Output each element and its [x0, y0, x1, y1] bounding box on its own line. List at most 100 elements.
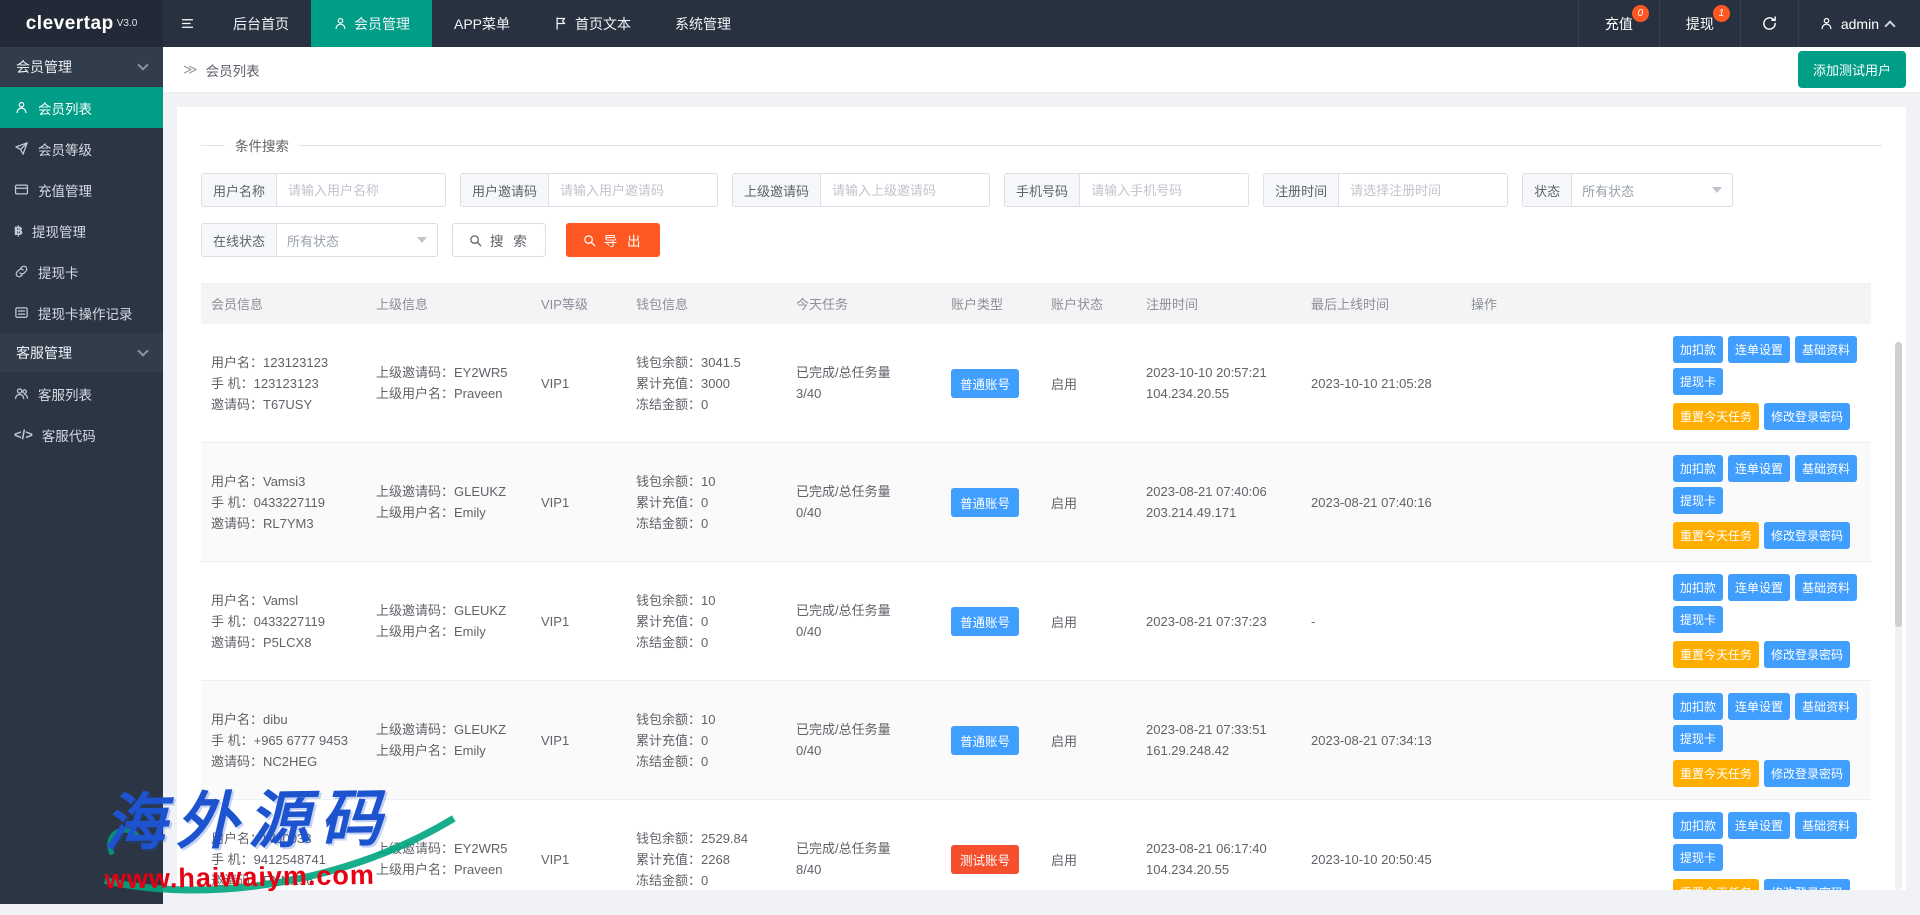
sidebar-item-member-list[interactable]: 会员列表 — [0, 87, 163, 128]
reset-today-task-button[interactable]: 重置今天任务 — [1673, 760, 1759, 787]
register-time-cell: 2023-08-21 07:33:51161.29.248.42 — [1136, 681, 1301, 800]
parent-invite-code-input[interactable] — [821, 174, 989, 206]
topnav-item-app-menu[interactable]: APP菜单 — [432, 0, 532, 47]
sidebar-item-withdraw-card-log[interactable]: 提现卡操作记录 — [0, 292, 163, 333]
sidebar-item-withdraw-mgmt[interactable]: ฿提现管理 — [0, 210, 163, 251]
filter-row-1: 用户名称 用户邀请码上级邀请码 手机号码注册时间 状态所有状态 — [201, 173, 1882, 207]
add-test-user-button[interactable]: 添加测试用户 — [1798, 51, 1906, 88]
reset-today-task-button[interactable]: 重置今天任务 — [1673, 641, 1759, 668]
breadcrumb-icon: ≫ — [183, 61, 198, 78]
change-login-password-button[interactable]: 修改登录密码 — [1764, 879, 1850, 890]
admin-menu[interactable]: admin — [1798, 0, 1920, 47]
vip-level-cell: VIP1 — [531, 800, 626, 891]
reset-today-task-button[interactable]: 重置今天任务 — [1673, 522, 1759, 549]
wallet-info-cell: 钱包余额：2529.84累计充值：2268冻结金额：0 — [626, 800, 786, 891]
reset-today-task-button[interactable]: 重置今天任务 — [1673, 403, 1759, 430]
change-login-password-button[interactable]: 修改登录密码 — [1764, 522, 1850, 549]
sidebar-item-member-level[interactable]: 会员等级 — [0, 128, 163, 169]
breadcrumb-bar: ≫ 会员列表 添加测试用户 — [163, 47, 1920, 93]
brand-name: clevertap — [26, 13, 114, 35]
wallet-info-cell: 钱包余额：3041.5累计充值：3000冻结金额：0 — [626, 324, 786, 443]
account-status-cell: 启用 — [1041, 562, 1136, 681]
online-status-select[interactable]: 所有状态 — [277, 224, 437, 256]
chevron-down-icon — [137, 345, 148, 356]
column-header: 账户类型 — [941, 283, 1041, 324]
filter-parent-invite-code-label: 上级邀请码 — [733, 174, 821, 206]
topnav-item-home-text[interactable]: 首页文本 — [532, 0, 653, 47]
filter-status-label: 状态 — [1523, 174, 1572, 206]
topnav-item-members[interactable]: 会员管理 — [311, 0, 432, 47]
add-deduct-button[interactable]: 加扣款 — [1673, 574, 1723, 601]
basic-info-button[interactable]: 基础资料 — [1795, 336, 1857, 363]
filter-username-label: 用户名称 — [202, 174, 277, 206]
topnav-item-home[interactable]: 后台首页 — [211, 0, 311, 47]
topnav-item-system[interactable]: 系统管理 — [653, 0, 753, 47]
change-login-password-button[interactable]: 修改登录密码 — [1764, 403, 1850, 430]
user-icon — [333, 16, 348, 31]
withdraw-card-button[interactable]: 提现卡 — [1673, 487, 1723, 514]
column-header: 账户状态 — [1041, 283, 1136, 324]
user-invite-code-input[interactable] — [549, 174, 717, 206]
combo-setting-button[interactable]: 连单设置 — [1728, 812, 1790, 839]
sidebar-item-recharge-mgmt[interactable]: 充值管理 — [0, 169, 163, 210]
account-type-badge: 普通账号 — [951, 607, 1019, 636]
search-fieldset: 条件搜索 用户名称用户邀请码上级邀请码手机号码注册时间状态所有状态 在线状态所有… — [201, 135, 1882, 277]
combo-setting-button[interactable]: 连单设置 — [1728, 574, 1790, 601]
hamburger-menu-icon[interactable] — [163, 0, 211, 47]
username-input[interactable] — [277, 174, 445, 206]
withdraw-card-button[interactable]: 提现卡 — [1673, 844, 1723, 871]
add-deduct-button[interactable]: 加扣款 — [1673, 455, 1723, 482]
withdraw-card-button[interactable]: 提现卡 — [1673, 368, 1723, 395]
account-type-badge: 普通账号 — [951, 488, 1019, 517]
sidebar-group-member-mgmt[interactable]: 会员管理 — [0, 47, 163, 87]
filter-reg-time-label: 注册时间 — [1264, 174, 1339, 206]
withdraw-badge: 1 — [1713, 5, 1730, 22]
column-header: 今天任务 — [786, 283, 941, 324]
vip-level-cell: VIP1 — [531, 681, 626, 800]
add-deduct-button[interactable]: 加扣款 — [1673, 812, 1723, 839]
basic-info-button[interactable]: 基础资料 — [1795, 812, 1857, 839]
withdraw-card-button[interactable]: 提现卡 — [1673, 606, 1723, 633]
search-button[interactable]: 搜 索 — [452, 223, 546, 257]
sidebar-item-service-code[interactable]: </>客服代码 — [0, 414, 163, 455]
reg-time-input[interactable] — [1339, 174, 1507, 206]
brand-logo[interactable]: clevertap V3.0 — [0, 0, 163, 47]
account-status-cell: 启用 — [1041, 443, 1136, 562]
filter-user-invite-code: 用户邀请码 — [460, 173, 718, 207]
last-online-cell: 2023-08-21 07:34:13 — [1301, 681, 1461, 800]
basic-info-button[interactable]: 基础资料 — [1795, 574, 1857, 601]
change-login-password-button[interactable]: 修改登录密码 — [1764, 760, 1850, 787]
basic-info-button[interactable]: 基础资料 — [1795, 693, 1857, 720]
filter-phone: 手机号码 — [1004, 173, 1249, 207]
add-deduct-button[interactable]: 加扣款 — [1673, 693, 1723, 720]
table-row: 用户名：123123123手 机：123123123邀请码：T67USY上级邀请… — [201, 324, 1871, 443]
main-content: ≫ 会员列表 添加测试用户 条件搜索 用户名称用户邀请码上级邀请码手机号码注册时… — [163, 47, 1920, 904]
combo-setting-button[interactable]: 连单设置 — [1728, 455, 1790, 482]
status-select[interactable]: 所有状态 — [1572, 174, 1732, 206]
sidebar-item-service-list[interactable]: 客服列表 — [0, 373, 163, 414]
register-time-cell: 2023-08-21 07:37:23 — [1136, 562, 1301, 681]
change-login-password-button[interactable]: 修改登录密码 — [1764, 641, 1850, 668]
combo-setting-button[interactable]: 连单设置 — [1728, 693, 1790, 720]
export-button[interactable]: 导 出 — [566, 223, 660, 257]
caret-down-icon — [417, 237, 427, 243]
wallet-info-cell: 钱包余额：10累计充值：0冻结金额：0 — [626, 562, 786, 681]
vip-level-cell: VIP1 — [531, 562, 626, 681]
sidebar-group-service-mgmt[interactable]: 客服管理 — [0, 333, 163, 373]
search-icon — [468, 233, 483, 248]
phone-input[interactable] — [1080, 174, 1248, 206]
refresh-icon[interactable] — [1740, 0, 1798, 47]
combo-setting-button[interactable]: 连单设置 — [1728, 336, 1790, 363]
sidebar-item-withdraw-card[interactable]: 提现卡 — [0, 251, 163, 292]
withdraw-link[interactable]: 提现 1 — [1659, 0, 1740, 47]
link-icon — [14, 264, 29, 279]
add-deduct-button[interactable]: 加扣款 — [1673, 336, 1723, 363]
withdraw-card-button[interactable]: 提现卡 — [1673, 725, 1723, 752]
reset-today-task-button[interactable]: 重置今天任务 — [1673, 879, 1759, 890]
basic-info-button[interactable]: 基础资料 — [1795, 455, 1857, 482]
today-task-cell: 已完成/总任务量0/40 — [786, 562, 941, 681]
parent-info-cell: 上级邀请码：GLEUKZ上级用户名：Emily — [366, 681, 531, 800]
brand-version: V3.0 — [117, 18, 138, 29]
recharge-link[interactable]: 充值 0 — [1578, 0, 1659, 47]
table-scrollbar[interactable] — [1895, 342, 1902, 890]
